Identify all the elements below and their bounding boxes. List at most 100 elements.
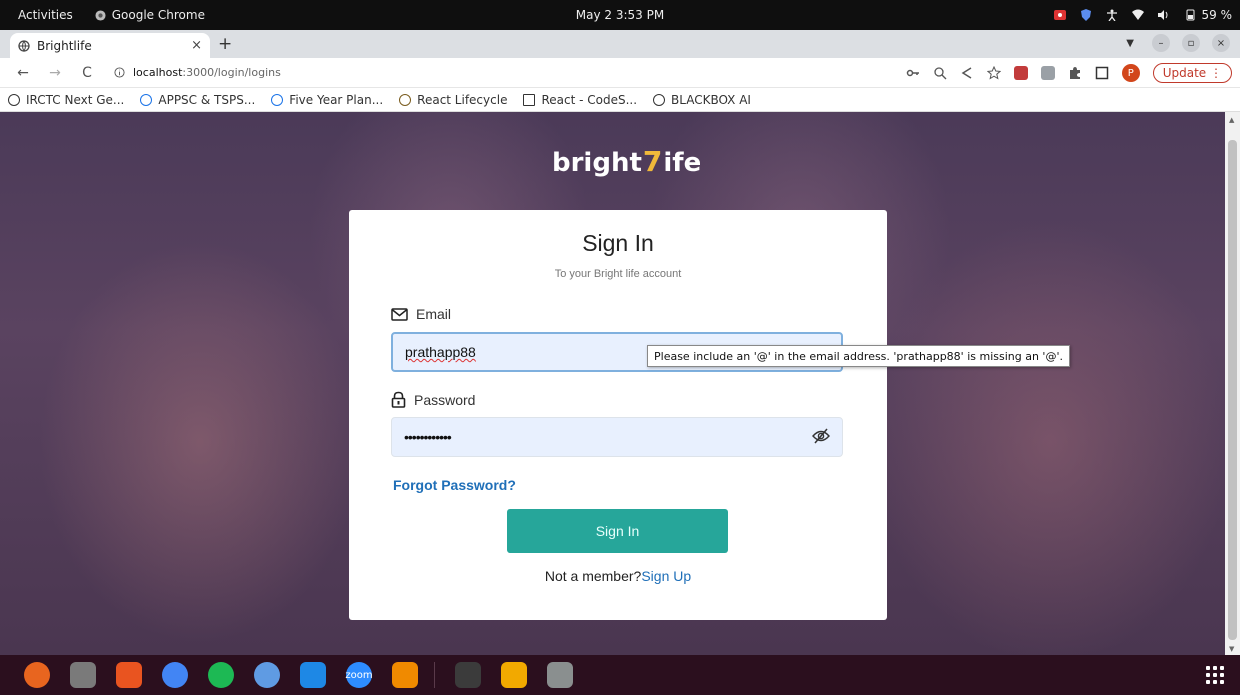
info-icon[interactable] bbox=[114, 67, 125, 78]
back-arrow-icon[interactable]: ← bbox=[14, 65, 32, 81]
shield-icon[interactable] bbox=[1080, 9, 1092, 21]
chrome-small-icon bbox=[95, 9, 106, 21]
url-host: localhost bbox=[133, 66, 183, 79]
w-icon bbox=[399, 93, 412, 106]
member-text: Not a member? bbox=[544, 568, 642, 584]
share-icon[interactable] bbox=[960, 66, 974, 80]
tab-brightlife[interactable]: Brightlife × bbox=[10, 33, 210, 58]
firefox-icon[interactable] bbox=[24, 662, 50, 688]
address-bar[interactable]: localhost:3000/login/logins bbox=[114, 66, 281, 79]
vscode-icon[interactable] bbox=[300, 662, 326, 688]
bookmark-label: React Lifecycle bbox=[417, 92, 508, 107]
app-menu-label: Google Chrome bbox=[111, 8, 205, 22]
bookmark-label: React - CodeS... bbox=[541, 92, 638, 107]
forward-arrow-icon[interactable]: → bbox=[46, 65, 64, 81]
scroll-up-arrow-icon[interactable]: ▲ bbox=[1229, 116, 1234, 124]
bookmark-item[interactable]: Five Year Plan... bbox=[271, 93, 383, 107]
bookmark-label: BLACKBOX AI bbox=[671, 92, 751, 107]
eye-slash-icon[interactable] bbox=[812, 428, 830, 444]
signin-title: Sign In bbox=[582, 230, 654, 256]
restore-button[interactable]: ▫ bbox=[1182, 34, 1200, 52]
spotify-icon[interactable] bbox=[208, 662, 234, 688]
logo-text-left: bright bbox=[552, 148, 642, 178]
update-label: Update bbox=[1162, 66, 1207, 80]
password-field[interactable]: •••••••••••• bbox=[391, 417, 843, 457]
bookmark-item[interactable]: BLACKBOX AI bbox=[653, 93, 751, 107]
chrome-icon[interactable] bbox=[162, 662, 188, 688]
password-label: Password bbox=[391, 391, 475, 408]
logo-mark: 7 bbox=[642, 145, 663, 178]
battery-icon[interactable] bbox=[1184, 9, 1196, 21]
accessibility-icon[interactable] bbox=[1106, 9, 1118, 21]
password-label-text: Password bbox=[414, 391, 476, 408]
brightlife-logo: bright 7 ife bbox=[552, 145, 701, 178]
battery-percent: 59 % bbox=[1201, 8, 1233, 22]
impress-icon[interactable] bbox=[501, 662, 527, 688]
system-tray[interactable]: 59 % bbox=[1053, 0, 1233, 30]
star-icon[interactable] bbox=[986, 66, 1001, 80]
reload-icon[interactable]: C bbox=[78, 65, 96, 81]
forgot-password-link[interactable]: Forgot Password? bbox=[393, 477, 516, 493]
signup-prompt: Not a member?Sign Up bbox=[349, 568, 887, 584]
dock-separator bbox=[434, 662, 435, 688]
chromium-icon[interactable] bbox=[254, 662, 280, 688]
new-tab-button[interactable]: + bbox=[218, 34, 232, 54]
trash-icon[interactable] bbox=[547, 662, 573, 688]
tab-strip: Brightlife × + ▼ – ▫ × bbox=[0, 30, 1240, 58]
recorder-icon[interactable] bbox=[1053, 9, 1066, 21]
activities-button[interactable]: Activities bbox=[18, 8, 73, 22]
signup-link[interactable]: Sign Up bbox=[641, 568, 691, 584]
terminal-icon[interactable] bbox=[455, 662, 481, 688]
tab-search-chevron-icon[interactable]: ▼ bbox=[1126, 38, 1134, 49]
software-center-icon[interactable] bbox=[116, 662, 142, 688]
close-window-button[interactable]: × bbox=[1212, 34, 1230, 52]
signin-card: Sign In To your Bright life account Emai… bbox=[349, 210, 887, 620]
vlc-icon[interactable] bbox=[392, 662, 418, 688]
browser-toolbar: ← → C localhost:3000/login/logins P Upda… bbox=[0, 58, 1240, 88]
tab-close-button[interactable]: × bbox=[191, 38, 202, 53]
extension-gray-icon[interactable] bbox=[1040, 66, 1055, 80]
bookmark-label: IRCTC Next Ge... bbox=[26, 92, 125, 107]
email-value: prathapp88 bbox=[405, 344, 476, 360]
side-panel-icon[interactable] bbox=[1095, 66, 1109, 80]
zoom-icon[interactable] bbox=[933, 66, 947, 80]
wifi-icon[interactable] bbox=[1131, 9, 1144, 21]
zoom-icon[interactable]: zoom bbox=[345, 662, 373, 688]
update-button[interactable]: Update ⋮ bbox=[1152, 63, 1232, 83]
bookmark-item[interactable]: APPSC & TSPS... bbox=[140, 93, 255, 107]
tab-title: Brightlife bbox=[37, 38, 92, 53]
envelope-icon bbox=[391, 307, 408, 321]
globe-icon bbox=[18, 39, 30, 52]
upload-circle-icon bbox=[271, 93, 284, 106]
bookmark-item[interactable]: React Lifecycle bbox=[399, 93, 507, 107]
signin-button[interactable]: Sign In bbox=[507, 509, 728, 553]
profile-avatar[interactable]: P bbox=[1121, 64, 1140, 82]
email-label-text: Email bbox=[416, 306, 452, 322]
page-scrollbar[interactable]: ▲ ▼ bbox=[1225, 112, 1240, 655]
app-menu[interactable]: Google Chrome bbox=[95, 8, 205, 22]
password-value: •••••••••••• bbox=[404, 429, 452, 445]
window-controls: ▼ – ▫ × bbox=[1126, 34, 1230, 52]
key-icon[interactable] bbox=[906, 66, 920, 80]
bookmarks-bar: IRCTC Next Ge... APPSC & TSPS... Five Year… bbox=[0, 88, 1240, 112]
bookmark-label: Five Year Plan... bbox=[289, 92, 384, 107]
system-top-bar: Activities Google Chrome May 2 3:53 PM 5… bbox=[0, 0, 1240, 30]
bookmark-item[interactable]: React - CodeS... bbox=[523, 93, 637, 107]
bookmark-item[interactable]: IRCTC Next Ge... bbox=[8, 93, 124, 107]
minimize-button[interactable]: – bbox=[1152, 34, 1170, 52]
validation-tooltip: Please include an '@' in the email addre… bbox=[647, 345, 1070, 367]
volume-icon[interactable] bbox=[1157, 9, 1170, 21]
show-apps-grid-icon[interactable] bbox=[1206, 666, 1224, 684]
scrollbar-thumb[interactable] bbox=[1228, 140, 1237, 640]
puzzle-icon[interactable] bbox=[1068, 66, 1082, 80]
bookmark-label: APPSC & TSPS... bbox=[158, 92, 256, 107]
files-icon[interactable] bbox=[70, 662, 96, 688]
funnel-icon bbox=[140, 93, 153, 106]
scroll-down-arrow-icon[interactable]: ▼ bbox=[1229, 645, 1234, 653]
page-icon bbox=[523, 93, 536, 106]
logo-text-right: ife bbox=[663, 148, 702, 178]
ubuntu-dock: zoom bbox=[0, 655, 1240, 695]
email-label: Email bbox=[391, 306, 451, 322]
globe-icon bbox=[653, 93, 666, 106]
extension-red-icon[interactable] bbox=[1013, 66, 1028, 80]
